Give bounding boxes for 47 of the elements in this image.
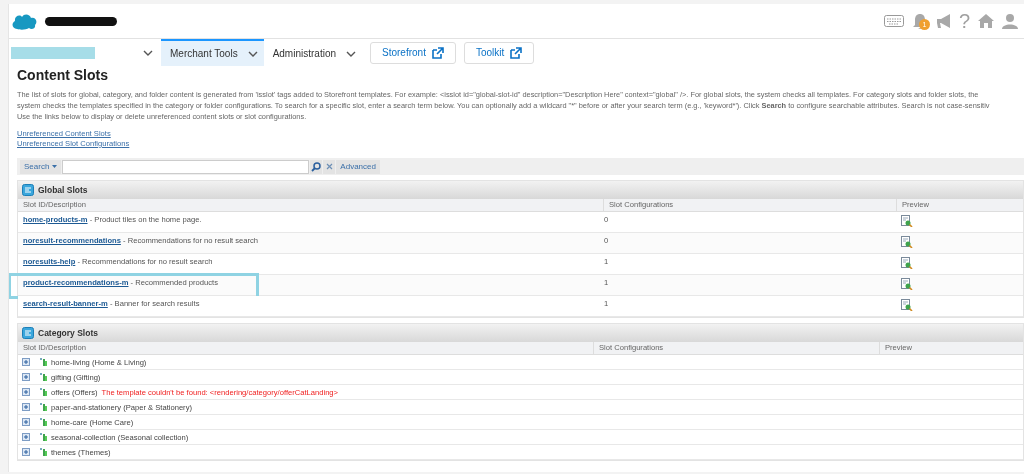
expand-icon[interactable] (22, 418, 30, 426)
clear-button[interactable] (323, 159, 336, 174)
nav-link-button[interactable]: Toolkit (463, 41, 535, 64)
page-title: Content Slots (17, 67, 109, 83)
preview-icon[interactable] (901, 215, 913, 227)
category-icon (40, 418, 47, 426)
cloud-logo-icon (11, 12, 37, 30)
nav-menu-tab[interactable]: Administration (263, 39, 362, 66)
preview-icon[interactable] (901, 236, 913, 248)
slot-panel-icon (22, 327, 34, 339)
expand-icon[interactable] (22, 358, 30, 366)
chevron-down-icon[interactable] (247, 50, 258, 57)
caret-icon (52, 165, 58, 168)
slot-panel-icon (22, 184, 34, 196)
preview-icon[interactable] (901, 299, 913, 311)
search-dropdown[interactable]: Search (20, 159, 62, 174)
external-link-icon (510, 46, 523, 59)
redaction-mark (45, 16, 117, 26)
search-icon (311, 161, 322, 172)
user-icon[interactable] (1002, 13, 1018, 29)
panel-title: Category Slots (38, 328, 98, 338)
expand-icon[interactable] (22, 403, 30, 411)
category-icon (40, 403, 47, 411)
search-button[interactable] (310, 159, 323, 174)
expand-icon[interactable] (22, 388, 30, 396)
nav-link-button[interactable]: Storefront (370, 41, 456, 64)
preview-icon[interactable] (901, 278, 913, 290)
category-icon (40, 433, 47, 441)
expand-icon[interactable] (22, 433, 30, 441)
expand-icon[interactable] (22, 448, 30, 456)
keyboard-icon[interactable] (883, 15, 904, 27)
close-icon (325, 163, 333, 170)
panel-title: Global Slots (38, 185, 88, 195)
category-icon (40, 448, 47, 456)
chevron-down-icon[interactable] (143, 49, 153, 56)
advanced-button[interactable]: Advanced (336, 159, 380, 174)
external-link-icon (431, 46, 444, 59)
search-field[interactable] (62, 159, 310, 174)
chevron-down-icon[interactable] (346, 50, 356, 57)
preview-icon[interactable] (901, 257, 913, 269)
megaphone-icon[interactable] (935, 13, 951, 29)
category-icon (40, 388, 47, 396)
expand-icon[interactable] (22, 373, 30, 381)
category-icon (40, 358, 47, 366)
nav-menu-tab[interactable]: Merchant Tools (161, 39, 264, 66)
home-icon[interactable] (978, 13, 994, 29)
category-icon (40, 373, 47, 381)
